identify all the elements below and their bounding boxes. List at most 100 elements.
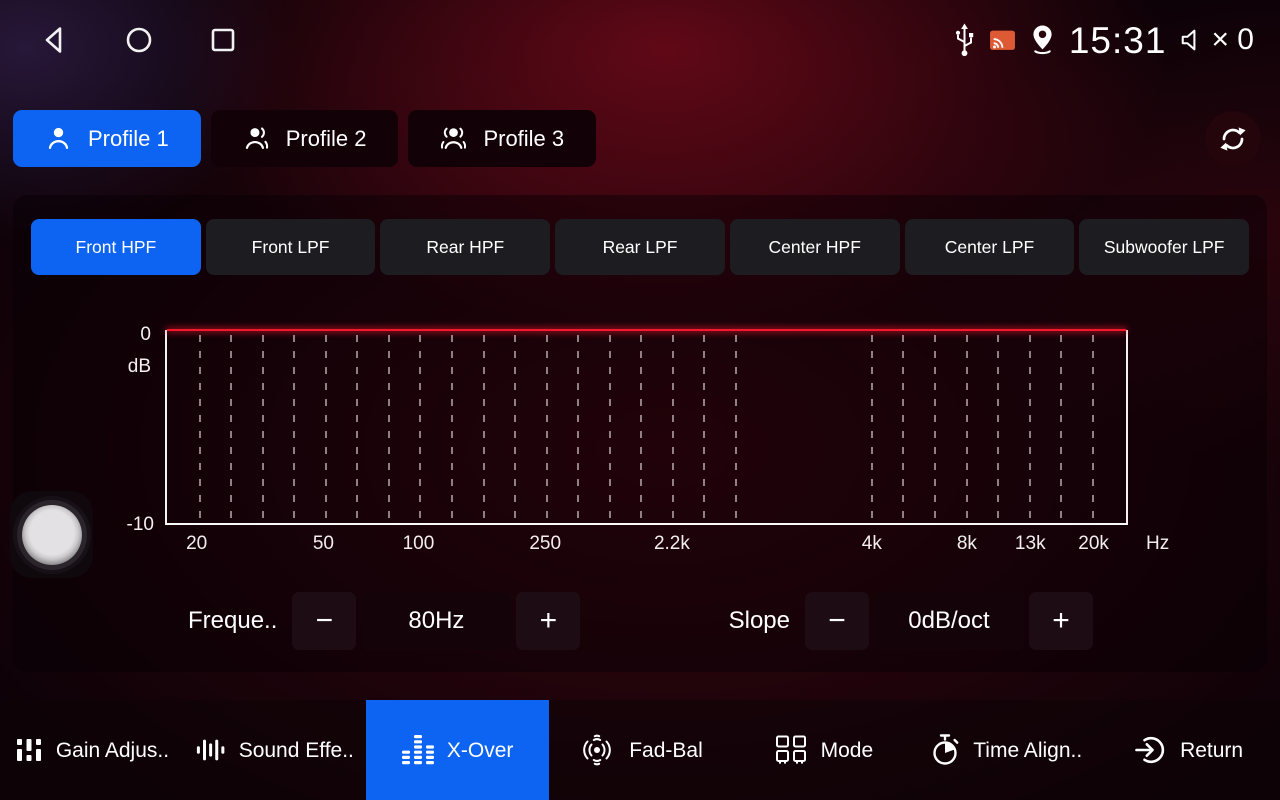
system-nav <box>38 23 240 57</box>
frequency-control: Freque.. − 80Hz + <box>188 592 580 650</box>
knob-ball-icon <box>22 505 82 565</box>
plot-area <box>165 330 1128 525</box>
nav-label: Fad-Bal <box>629 740 703 761</box>
location-icon <box>1029 24 1056 57</box>
nav-mode[interactable]: Mode <box>731 700 914 800</box>
gridline <box>902 335 904 521</box>
profile-label: Profile 2 <box>286 126 367 152</box>
nav-time-align[interactable]: Time Align.. <box>914 700 1097 800</box>
frequency-plus-button[interactable]: + <box>516 592 580 650</box>
status-bar: 15:31 × 0 <box>0 0 1280 80</box>
gridline <box>451 335 453 521</box>
refresh-button[interactable] <box>1205 111 1261 167</box>
x-tick-label: 100 <box>403 533 435 555</box>
gridline <box>356 335 358 521</box>
sound-effects-icon <box>195 735 227 765</box>
nav-label: Gain Adjus.. <box>56 740 169 761</box>
gridline <box>419 335 421 521</box>
home-button[interactable] <box>122 23 156 57</box>
x-tick-label: 8k <box>957 533 977 555</box>
nav-label: Return <box>1180 740 1243 761</box>
slope-value: 0dB/oct <box>874 592 1024 650</box>
x-tick-label: 20k <box>1078 533 1109 555</box>
nav-fad-bal[interactable]: Fad-Bal <box>549 700 732 800</box>
gridline <box>1092 335 1094 521</box>
tab-center-lpf[interactable]: Center LPF <box>905 219 1075 275</box>
tab-front-hpf[interactable]: Front HPF <box>31 219 201 275</box>
tab-rear-lpf[interactable]: Rear LPF <box>555 219 725 275</box>
mode-grid-icon <box>773 734 809 766</box>
gridline <box>199 335 201 521</box>
home-icon <box>122 23 156 57</box>
slope-control: Slope − 0dB/oct + <box>729 592 1093 650</box>
tab-rear-hpf[interactable]: Rear HPF <box>380 219 550 275</box>
crossover-eq-icon <box>401 734 435 766</box>
users-3-icon <box>440 125 467 152</box>
x-tick-label: 4k <box>862 533 882 555</box>
nav-sound-effects[interactable]: Sound Effe.. <box>183 700 366 800</box>
response-curve <box>167 329 1126 331</box>
frequency-label: Freque.. <box>188 607 277 635</box>
fader-balance-icon <box>577 733 617 767</box>
x-tick-label: 20 <box>186 533 207 555</box>
profile-3-button[interactable]: Profile 3 <box>408 110 596 167</box>
profile-1-button[interactable]: Profile 1 <box>13 110 201 167</box>
volume-level: × 0 <box>1211 25 1254 55</box>
back-button[interactable] <box>38 23 72 57</box>
tab-front-lpf[interactable]: Front LPF <box>206 219 376 275</box>
gridline <box>871 335 873 521</box>
back-icon <box>38 23 72 57</box>
profile-row: Profile 1 Profile 2 Profile 3 <box>13 110 1261 167</box>
gridline <box>325 335 327 521</box>
gridline <box>997 335 999 521</box>
x-axis-ticks: 20501002502.2k4k8k13k20k <box>165 533 1128 557</box>
filter-controls: Freque.. − 80Hz + Slope − 0dB/oct + <box>31 592 1249 650</box>
gridline <box>735 335 737 521</box>
gridline <box>483 335 485 521</box>
profile-label: Profile 1 <box>88 126 169 152</box>
return-icon <box>1134 733 1168 767</box>
gridline <box>672 335 674 521</box>
gridline <box>1060 335 1062 521</box>
gridline <box>514 335 516 521</box>
gridline <box>609 335 611 521</box>
x-axis-unit: Hz <box>1146 533 1169 555</box>
cast-icon <box>989 29 1016 52</box>
nav-label: Sound Effe.. <box>239 740 354 761</box>
nav-return[interactable]: Return <box>1097 700 1280 800</box>
users-2-icon <box>243 125 270 152</box>
gridline <box>577 335 579 521</box>
gain-adjust-icon <box>14 735 44 765</box>
x-tick-label: 250 <box>529 533 561 555</box>
status-icons: 15:31 × 0 <box>953 22 1254 59</box>
profile-label: Profile 3 <box>483 126 564 152</box>
y-axis-unit: dB <box>128 356 151 378</box>
slope-label: Slope <box>729 607 790 635</box>
y-axis-max-label: 0 <box>140 324 151 346</box>
nav-gain-adjust[interactable]: Gain Adjus.. <box>0 700 183 800</box>
refresh-icon <box>1218 124 1248 154</box>
slope-plus-button[interactable]: + <box>1029 592 1093 650</box>
gridline <box>230 335 232 521</box>
gridline <box>546 335 548 521</box>
gridline <box>262 335 264 521</box>
recents-button[interactable] <box>206 23 240 57</box>
xover-panel: Front HPF Front LPF Rear HPF Rear LPF Ce… <box>13 195 1267 672</box>
frequency-minus-button[interactable]: − <box>292 592 356 650</box>
user-icon <box>45 125 72 152</box>
frequency-value: 80Hz <box>361 592 511 650</box>
tab-center-hpf[interactable]: Center HPF <box>730 219 900 275</box>
time-alignment-icon <box>929 733 961 767</box>
slope-minus-button[interactable]: − <box>805 592 869 650</box>
xover-screen: 15:31 × 0 Profile 1 Profi <box>0 0 1280 800</box>
volume-status: × 0 <box>1179 25 1254 55</box>
nav-label: Mode <box>821 740 874 761</box>
tab-subwoofer-lpf[interactable]: Subwoofer LPF <box>1079 219 1249 275</box>
floating-assist-button[interactable] <box>10 491 93 578</box>
gridline <box>934 335 936 521</box>
profile-2-button[interactable]: Profile 2 <box>211 110 399 167</box>
gridline <box>703 335 705 521</box>
gridline <box>640 335 642 521</box>
nav-xover[interactable]: X-Over <box>366 700 549 800</box>
gridline <box>1029 335 1031 521</box>
